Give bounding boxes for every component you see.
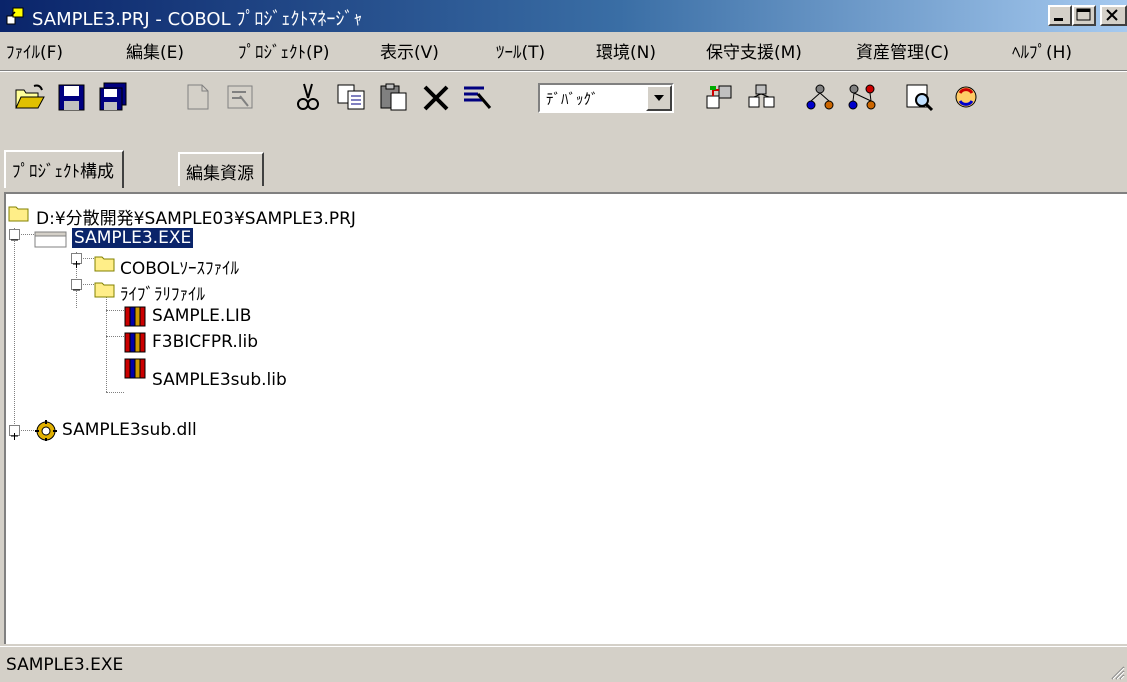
rebuild-icon xyxy=(748,84,775,108)
new-document-icon xyxy=(187,84,209,110)
menu-view[interactable]: 表示(V) xyxy=(380,38,439,63)
library-icon xyxy=(124,358,146,379)
menu-maintenance[interactable]: 保守支援(M) xyxy=(706,38,802,63)
tree-item-label: SAMPLE.LIB xyxy=(152,306,252,326)
maximize-button[interactable] xyxy=(1072,5,1096,26)
project-manager-icon xyxy=(6,7,24,25)
menu-help[interactable]: ﾍﾙﾌﾟ(H) xyxy=(1012,38,1072,63)
paste-button[interactable] xyxy=(372,78,416,118)
project-tree[interactable]: D:¥分散開発¥SAMPLE03¥SAMPLE3.PRJ SAMPLE3.EXE… xyxy=(4,192,1127,644)
folder-icon xyxy=(94,256,115,272)
build-options-button[interactable] xyxy=(456,78,500,118)
refresh-icon xyxy=(955,86,977,108)
close-button[interactable] xyxy=(1100,5,1127,26)
tree-item-label: D:¥分散開発¥SAMPLE03¥SAMPLE3.PRJ xyxy=(36,209,356,229)
tab-project-structure[interactable]: ﾌﾟﾛｼﾞｪｸﾄ構成 xyxy=(4,150,124,188)
dll-gear-icon xyxy=(35,420,57,441)
menu-edit[interactable]: 編集(E) xyxy=(126,38,184,63)
collapse-toggle[interactable] xyxy=(71,279,82,291)
save-icon xyxy=(58,84,85,111)
folder-icon xyxy=(8,206,29,222)
toolbar: ﾃﾞﾊﾞｯｸﾞ xyxy=(0,72,1127,150)
refresh-button[interactable] xyxy=(944,78,988,118)
minus-icon xyxy=(73,289,80,291)
copy-button[interactable] xyxy=(330,78,374,118)
tree-line xyxy=(106,310,124,311)
tree-item-label: F3BICFPR.lib xyxy=(152,332,259,352)
tree-line xyxy=(106,336,124,337)
plus-icon xyxy=(11,433,18,440)
menu-bar: ﾌｧｲﾙ(F) 編集(E) ﾌﾟﾛｼﾞｪｸﾄ(P) 表示(V) ﾂｰﾙ(T) 環… xyxy=(0,32,1127,66)
tree-line xyxy=(106,392,124,393)
build-mode-value: ﾃﾞﾊﾞｯｸﾞ xyxy=(546,90,599,108)
title-bar[interactable]: SAMPLE3.PRJ - COBOL ﾌﾟﾛｼﾞｪｸﾄﾏﾈｰｼﾞｬ xyxy=(0,0,1127,32)
menu-tools[interactable]: ﾂｰﾙ(T) xyxy=(496,38,545,63)
search-button[interactable] xyxy=(898,78,942,118)
build-mode-select[interactable]: ﾃﾞﾊﾞｯｸﾞ xyxy=(538,83,674,113)
status-bar: SAMPLE3.EXE xyxy=(0,646,1127,682)
build-options-icon xyxy=(464,86,492,109)
tree-line xyxy=(14,228,15,434)
new-button xyxy=(176,78,220,118)
build-icon xyxy=(706,85,732,109)
link-icon xyxy=(806,84,834,110)
status-text: SAMPLE3.EXE xyxy=(6,655,124,675)
collapse-toggle[interactable] xyxy=(9,229,20,241)
library-icon xyxy=(124,332,146,353)
open-folder-icon xyxy=(15,84,45,109)
menu-asset-management[interactable]: 資産管理(C) xyxy=(856,38,949,63)
menu-project[interactable]: ﾌﾟﾛｼﾞｪｸﾄ(P) xyxy=(238,38,330,63)
library-icon xyxy=(124,306,146,327)
maximize-icon xyxy=(1076,8,1091,21)
close-icon xyxy=(1106,9,1118,21)
expand-toggle[interactable] xyxy=(9,425,20,440)
save-all-button[interactable] xyxy=(92,78,136,118)
delete-icon xyxy=(423,85,449,111)
menu-file[interactable]: ﾌｧｲﾙ(F) xyxy=(6,38,63,63)
folder-icon xyxy=(94,282,115,298)
tree-item-label: SAMPLE3sub.dll xyxy=(62,420,197,440)
properties-button xyxy=(218,78,262,118)
save-all-icon xyxy=(99,82,127,111)
relink-button[interactable] xyxy=(840,78,884,118)
properties-icon xyxy=(227,85,253,109)
minimize-icon xyxy=(1054,18,1063,21)
cut-icon xyxy=(297,83,319,110)
link-button[interactable] xyxy=(798,78,842,118)
window-title: SAMPLE3.PRJ - COBOL ﾌﾟﾛｼﾞｪｸﾄﾏﾈｰｼﾞｬ xyxy=(32,9,363,30)
plus-icon xyxy=(73,261,80,268)
tab-edit-resources[interactable]: 編集資源 xyxy=(178,152,264,186)
save-button[interactable] xyxy=(50,78,94,118)
relink-icon xyxy=(848,84,876,110)
tree-item-label: ﾗｲﾌﾞﾗﾘﾌｧｲﾙ xyxy=(120,285,205,305)
executable-icon xyxy=(34,231,67,248)
build-button[interactable] xyxy=(698,78,742,118)
search-icon xyxy=(906,84,934,112)
tree-item-label: SAMPLE3.EXE xyxy=(72,228,194,248)
menu-environment[interactable]: 環境(N) xyxy=(596,38,656,63)
expand-toggle[interactable] xyxy=(71,253,82,268)
minus-icon xyxy=(11,239,18,241)
minimize-button[interactable] xyxy=(1048,5,1072,26)
tree-item-label: COBOLｿｰｽﾌｧｲﾙ xyxy=(120,259,239,279)
tree-item-label: SAMPLE3sub.lib xyxy=(152,370,287,390)
paste-icon xyxy=(380,83,407,111)
open-button[interactable] xyxy=(8,78,52,118)
delete-button[interactable] xyxy=(414,78,458,118)
cut-button[interactable] xyxy=(286,78,330,118)
copy-icon xyxy=(337,84,365,110)
rebuild-button[interactable] xyxy=(740,78,784,118)
build-mode-dropdown-button[interactable] xyxy=(646,85,672,111)
chevron-down-icon xyxy=(654,95,664,101)
resize-grip-icon[interactable] xyxy=(1109,664,1125,680)
